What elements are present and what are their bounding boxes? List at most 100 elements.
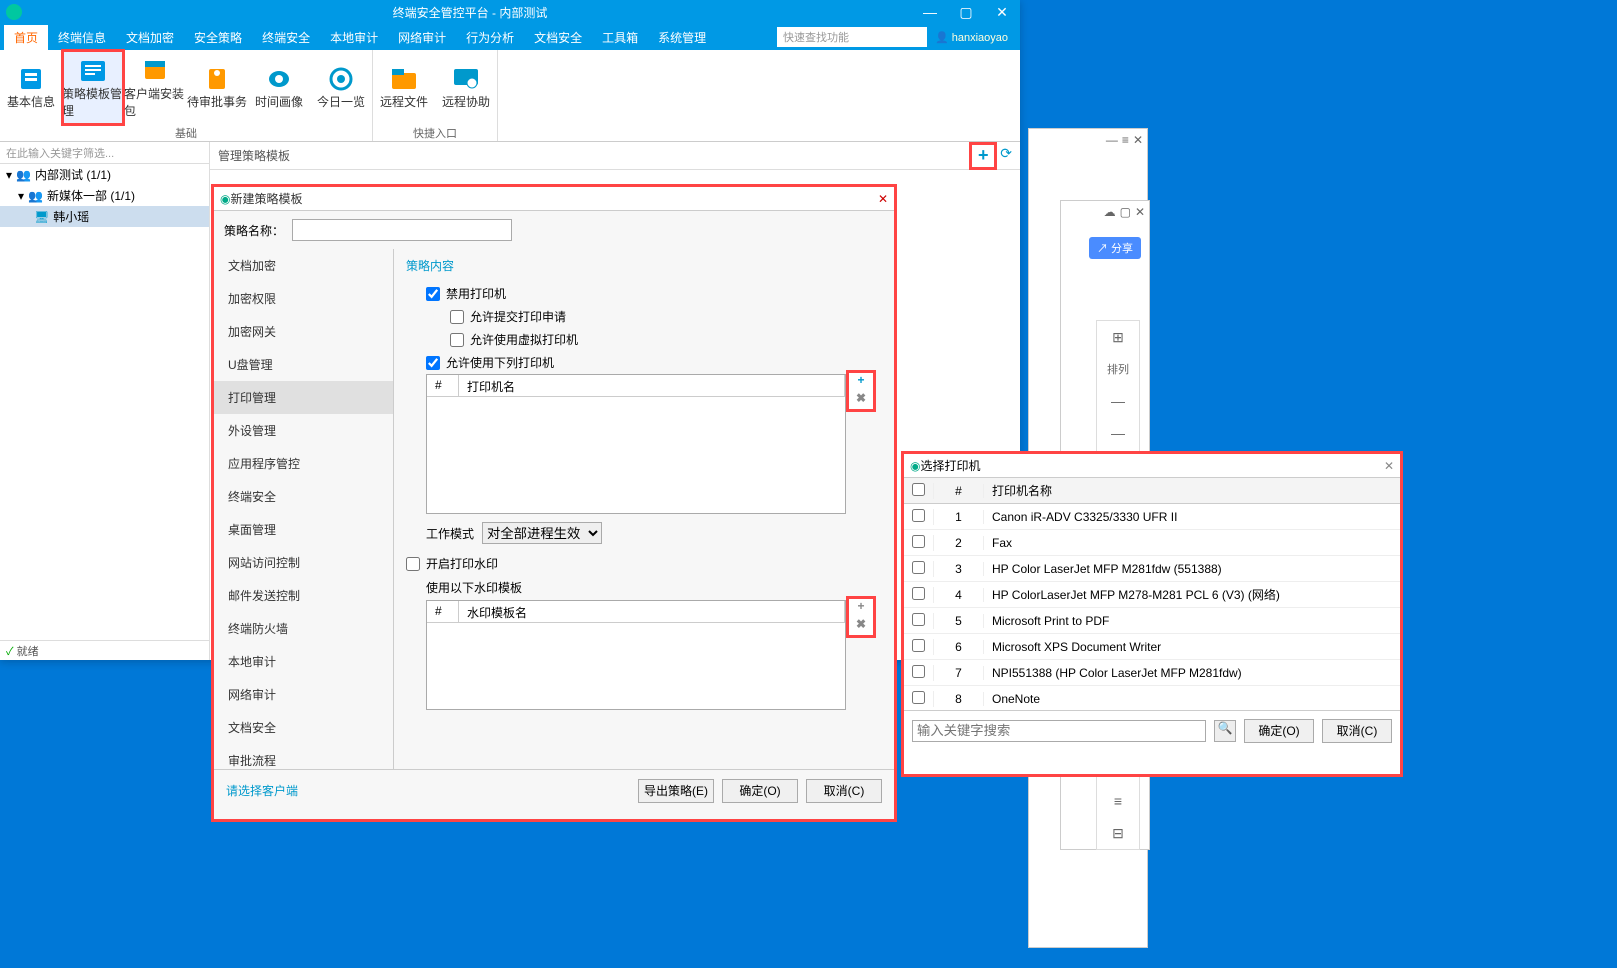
- printer-row[interactable]: 3HP Color LaserJet MFP M281fdw (551388): [904, 556, 1400, 582]
- menu-tab-2[interactable]: 文档加密: [116, 25, 184, 50]
- col-printer: 打印机名: [459, 375, 845, 396]
- menu-tab-3[interactable]: 安全策略: [184, 25, 252, 50]
- menu-tab-7[interactable]: 行为分析: [456, 25, 524, 50]
- wm-del-icon[interactable]: ✖: [849, 617, 873, 635]
- handle-icon[interactable]: ≡: [1097, 785, 1139, 817]
- pdlg-close-icon[interactable]: ✕: [1384, 459, 1394, 473]
- chk-allow-virtual[interactable]: [450, 333, 464, 347]
- menu-tab-10[interactable]: 系统管理: [648, 25, 716, 50]
- add-button[interactable]: +: [972, 145, 994, 167]
- cat-8[interactable]: 桌面管理: [214, 513, 393, 546]
- row-check[interactable]: [912, 509, 925, 522]
- camera-icon: [263, 65, 295, 93]
- search-icon[interactable]: 🔍: [1214, 720, 1236, 742]
- printer-row[interactable]: 4HP ColorLaserJet MFP M278-M281 PCL 6 (V…: [904, 582, 1400, 608]
- pdlg-cancel-button[interactable]: 取消(C): [1322, 719, 1392, 743]
- row-check[interactable]: [912, 665, 925, 678]
- menu-tab-4[interactable]: 终端安全: [252, 25, 320, 50]
- row-check[interactable]: [912, 639, 925, 652]
- printer-row[interactable]: 8OneNote: [904, 686, 1400, 710]
- dialog-close-icon[interactable]: ✕: [878, 192, 888, 206]
- printer-row[interactable]: 2Fax: [904, 530, 1400, 556]
- quick-search[interactable]: 快速查找功能: [777, 27, 927, 47]
- menu-tab-6[interactable]: 网络审计: [388, 25, 456, 50]
- row-check[interactable]: [912, 613, 925, 626]
- printer-row[interactable]: 1Canon iR-ADV C3325/3330 UFR II: [904, 504, 1400, 530]
- menu-tab-1[interactable]: 终端信息: [48, 25, 116, 50]
- menu-tab-9[interactable]: 工具箱: [592, 25, 648, 50]
- cat-4[interactable]: 打印管理: [214, 381, 393, 414]
- statusbar: 就绪: [0, 640, 210, 660]
- handle2-icon[interactable]: ⊟: [1097, 817, 1139, 849]
- workmode-select[interactable]: 对全部进程生效: [482, 522, 602, 544]
- ribbon-policy-template[interactable]: 策略模板管理: [62, 50, 124, 125]
- menu-tab-0[interactable]: 首页: [4, 25, 48, 50]
- cat-13[interactable]: 网络审计: [214, 678, 393, 711]
- cat-0[interactable]: 文档加密: [214, 249, 393, 282]
- tree-leaf[interactable]: 🖥韩小瑶: [0, 206, 209, 227]
- ribbon-client-pkg[interactable]: 客户端安装包: [124, 50, 186, 125]
- list-del-icon[interactable]: ✖: [849, 391, 873, 409]
- arrange-icon[interactable]: ⊞: [1097, 321, 1139, 353]
- row-check[interactable]: [912, 691, 925, 704]
- ribbon-timeline[interactable]: 时间画像: [248, 50, 310, 125]
- refresh-button[interactable]: ⟳: [1000, 145, 1012, 167]
- cat-2[interactable]: 加密网关: [214, 315, 393, 348]
- share-button[interactable]: ↗ 分享: [1089, 237, 1141, 259]
- cat-11[interactable]: 终端防火墙: [214, 612, 393, 645]
- chk-all[interactable]: [912, 483, 925, 496]
- menu-tab-5[interactable]: 本地审计: [320, 25, 388, 50]
- cat-14[interactable]: 文档安全: [214, 711, 393, 744]
- cat-1[interactable]: 加密权限: [214, 282, 393, 315]
- list-add-icon[interactable]: +: [849, 373, 873, 391]
- chk-allow-list[interactable]: [426, 356, 440, 370]
- tree-child[interactable]: ▾👥新媒体一部 (1/1): [0, 185, 209, 206]
- cat-12[interactable]: 本地审计: [214, 645, 393, 678]
- pdlg-ok-button[interactable]: 确定(O): [1244, 719, 1314, 743]
- org-tree: 在此输入关键字筛选... ▾👥内部测试 (1/1) ▾👥新媒体一部 (1/1) …: [0, 142, 210, 660]
- ribbon-pending[interactable]: 待审批事务: [186, 50, 248, 125]
- cat-9[interactable]: 网站访问控制: [214, 546, 393, 579]
- col-num: #: [934, 484, 984, 498]
- chk-disable-printer[interactable]: [426, 287, 440, 301]
- row-check[interactable]: [912, 535, 925, 548]
- minus-icon[interactable]: —: [1097, 417, 1139, 449]
- monitor-icon: [450, 65, 482, 93]
- ribbon-remote-file[interactable]: 远程文件: [373, 50, 435, 125]
- printer-row[interactable]: 6Microsoft XPS Document Writer: [904, 634, 1400, 660]
- wm-add-icon[interactable]: +: [849, 599, 873, 617]
- cat-10[interactable]: 邮件发送控制: [214, 579, 393, 612]
- window-title: 终端安全管控平台 - 内部测试: [28, 4, 912, 21]
- chk-watermark[interactable]: [406, 557, 420, 571]
- ribbon-basic-info[interactable]: 基本信息: [0, 50, 62, 125]
- footer-hint[interactable]: 请选择客户端: [226, 782, 298, 799]
- cat-7[interactable]: 终端安全: [214, 480, 393, 513]
- ok-button[interactable]: 确定(O): [722, 779, 798, 803]
- tree-root[interactable]: ▾👥内部测试 (1/1): [0, 164, 209, 185]
- close-button[interactable]: ✕: [984, 4, 1020, 21]
- list-tools: + ✖: [849, 373, 873, 409]
- cat-3[interactable]: U盘管理: [214, 348, 393, 381]
- policy-name-row: 策略名称：: [214, 211, 894, 249]
- chk-allow-apply[interactable]: [450, 310, 464, 324]
- export-button[interactable]: 导出策略(E): [638, 779, 714, 803]
- tree-filter[interactable]: 在此输入关键字筛选...: [0, 142, 209, 164]
- cat-6[interactable]: 应用程序管控: [214, 447, 393, 480]
- bg1-controls: —≡✕: [1106, 133, 1143, 153]
- user-menu[interactable]: hanxiaoyao: [935, 31, 1008, 44]
- cancel-button[interactable]: 取消(C): [806, 779, 882, 803]
- printer-row[interactable]: 5Microsoft Print to PDF: [904, 608, 1400, 634]
- row-check[interactable]: [912, 587, 925, 600]
- policy-name-input[interactable]: [292, 219, 512, 241]
- maximize-button[interactable]: ▢: [948, 4, 984, 21]
- printer-search-input[interactable]: [912, 720, 1206, 742]
- cat-5[interactable]: 外设管理: [214, 414, 393, 447]
- cat-15[interactable]: 审批流程: [214, 744, 393, 769]
- menu-tab-8[interactable]: 文档安全: [524, 25, 592, 50]
- ribbon-remote-assist[interactable]: 远程协助: [435, 50, 497, 125]
- printer-select-dialog: 选择打印机 ✕ # 打印机名称 1Canon iR-ADV C3325/3330…: [903, 453, 1401, 775]
- ribbon-today[interactable]: 今日一览: [310, 50, 372, 125]
- row-check[interactable]: [912, 561, 925, 574]
- printer-row[interactable]: 7NPI551388 (HP Color LaserJet MFP M281fd…: [904, 660, 1400, 686]
- minimize-button[interactable]: —: [912, 4, 948, 20]
